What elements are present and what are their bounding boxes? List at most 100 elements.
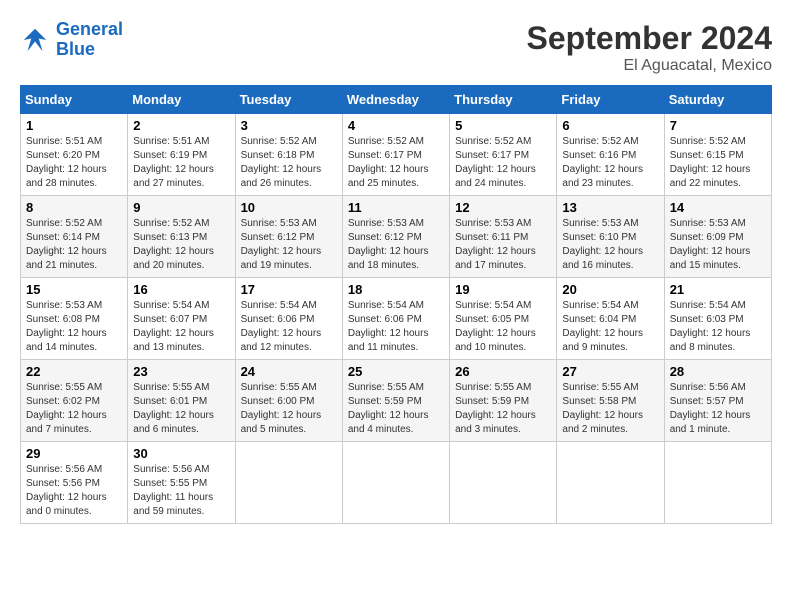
calendar-row-2: 15 Sunrise: 5:53 AM Sunset: 6:08 PM Dayl… [21,278,772,360]
day-number: 10 [241,200,337,215]
calendar-header-row: Sunday Monday Tuesday Wednesday Thursday… [21,86,772,114]
day-info: Sunrise: 5:54 AM Sunset: 6:04 PM Dayligh… [562,299,658,355]
day-info: Sunrise: 5:54 AM Sunset: 6:03 PM Dayligh… [670,299,766,355]
day-info: Sunrise: 5:52 AM Sunset: 6:14 PM Dayligh… [26,217,122,273]
day-cell-23: 23 Sunrise: 5:55 AM Sunset: 6:01 PM Dayl… [128,360,235,442]
logo-line2: Blue [56,39,95,59]
logo-bird-icon [20,25,50,55]
logo-line1: General [56,19,123,39]
day-cell-25: 25 Sunrise: 5:55 AM Sunset: 5:59 PM Dayl… [342,360,449,442]
day-number: 9 [133,200,229,215]
day-number: 15 [26,282,122,297]
day-info: Sunrise: 5:56 AM Sunset: 5:56 PM Dayligh… [26,463,122,519]
day-number: 19 [455,282,551,297]
day-cell-2: 2 Sunrise: 5:51 AM Sunset: 6:19 PM Dayli… [128,114,235,196]
day-info: Sunrise: 5:51 AM Sunset: 6:20 PM Dayligh… [26,135,122,191]
day-info: Sunrise: 5:52 AM Sunset: 6:17 PM Dayligh… [455,135,551,191]
day-number: 7 [670,118,766,133]
day-number: 25 [348,364,444,379]
day-info: Sunrise: 5:55 AM Sunset: 5:59 PM Dayligh… [348,381,444,437]
logo-text: General Blue [56,20,123,60]
day-info: Sunrise: 5:51 AM Sunset: 6:19 PM Dayligh… [133,135,229,191]
empty-cell [342,442,449,524]
day-cell-20: 20 Sunrise: 5:54 AM Sunset: 6:04 PM Dayl… [557,278,664,360]
day-cell-12: 12 Sunrise: 5:53 AM Sunset: 6:11 PM Dayl… [450,196,557,278]
page-header: General Blue September 2024 El Aguacatal… [20,20,772,75]
day-info: Sunrise: 5:55 AM Sunset: 6:02 PM Dayligh… [26,381,122,437]
day-cell-30: 30 Sunrise: 5:56 AM Sunset: 5:55 PM Dayl… [128,442,235,524]
day-cell-26: 26 Sunrise: 5:55 AM Sunset: 5:59 PM Dayl… [450,360,557,442]
day-cell-3: 3 Sunrise: 5:52 AM Sunset: 6:18 PM Dayli… [235,114,342,196]
day-cell-8: 8 Sunrise: 5:52 AM Sunset: 6:14 PM Dayli… [21,196,128,278]
header-wednesday: Wednesday [342,86,449,114]
day-number: 12 [455,200,551,215]
calendar-row-0: 1 Sunrise: 5:51 AM Sunset: 6:20 PM Dayli… [21,114,772,196]
day-number: 14 [670,200,766,215]
day-info: Sunrise: 5:54 AM Sunset: 6:06 PM Dayligh… [241,299,337,355]
day-cell-21: 21 Sunrise: 5:54 AM Sunset: 6:03 PM Dayl… [664,278,771,360]
day-number: 22 [26,364,122,379]
day-number: 17 [241,282,337,297]
day-cell-13: 13 Sunrise: 5:53 AM Sunset: 6:10 PM Dayl… [557,196,664,278]
day-info: Sunrise: 5:53 AM Sunset: 6:09 PM Dayligh… [670,217,766,273]
day-cell-17: 17 Sunrise: 5:54 AM Sunset: 6:06 PM Dayl… [235,278,342,360]
header-sunday: Sunday [21,86,128,114]
day-number: 28 [670,364,766,379]
day-cell-18: 18 Sunrise: 5:54 AM Sunset: 6:06 PM Dayl… [342,278,449,360]
month-title: September 2024 [527,20,772,57]
day-cell-19: 19 Sunrise: 5:54 AM Sunset: 6:05 PM Dayl… [450,278,557,360]
day-cell-9: 9 Sunrise: 5:52 AM Sunset: 6:13 PM Dayli… [128,196,235,278]
day-cell-6: 6 Sunrise: 5:52 AM Sunset: 6:16 PM Dayli… [557,114,664,196]
day-info: Sunrise: 5:54 AM Sunset: 6:05 PM Dayligh… [455,299,551,355]
calendar-row-3: 22 Sunrise: 5:55 AM Sunset: 6:02 PM Dayl… [21,360,772,442]
day-cell-11: 11 Sunrise: 5:53 AM Sunset: 6:12 PM Dayl… [342,196,449,278]
day-number: 27 [562,364,658,379]
day-info: Sunrise: 5:52 AM Sunset: 6:18 PM Dayligh… [241,135,337,191]
day-cell-5: 5 Sunrise: 5:52 AM Sunset: 6:17 PM Dayli… [450,114,557,196]
day-info: Sunrise: 5:53 AM Sunset: 6:12 PM Dayligh… [348,217,444,273]
day-number: 11 [348,200,444,215]
header-friday: Friday [557,86,664,114]
day-info: Sunrise: 5:55 AM Sunset: 6:00 PM Dayligh… [241,381,337,437]
day-number: 3 [241,118,337,133]
calendar-row-4: 29 Sunrise: 5:56 AM Sunset: 5:56 PM Dayl… [21,442,772,524]
day-cell-24: 24 Sunrise: 5:55 AM Sunset: 6:00 PM Dayl… [235,360,342,442]
day-number: 24 [241,364,337,379]
empty-cell [235,442,342,524]
day-cell-14: 14 Sunrise: 5:53 AM Sunset: 6:09 PM Dayl… [664,196,771,278]
day-number: 26 [455,364,551,379]
day-info: Sunrise: 5:55 AM Sunset: 5:59 PM Dayligh… [455,381,551,437]
header-saturday: Saturday [664,86,771,114]
day-cell-28: 28 Sunrise: 5:56 AM Sunset: 5:57 PM Dayl… [664,360,771,442]
empty-cell [557,442,664,524]
day-cell-27: 27 Sunrise: 5:55 AM Sunset: 5:58 PM Dayl… [557,360,664,442]
location-title: El Aguacatal, Mexico [527,57,772,75]
day-info: Sunrise: 5:52 AM Sunset: 6:13 PM Dayligh… [133,217,229,273]
header-monday: Monday [128,86,235,114]
day-cell-22: 22 Sunrise: 5:55 AM Sunset: 6:02 PM Dayl… [21,360,128,442]
header-tuesday: Tuesday [235,86,342,114]
day-cell-15: 15 Sunrise: 5:53 AM Sunset: 6:08 PM Dayl… [21,278,128,360]
day-number: 5 [455,118,551,133]
day-info: Sunrise: 5:53 AM Sunset: 6:11 PM Dayligh… [455,217,551,273]
calendar-table: Sunday Monday Tuesday Wednesday Thursday… [20,85,772,524]
day-info: Sunrise: 5:52 AM Sunset: 6:17 PM Dayligh… [348,135,444,191]
calendar-row-1: 8 Sunrise: 5:52 AM Sunset: 6:14 PM Dayli… [21,196,772,278]
day-cell-1: 1 Sunrise: 5:51 AM Sunset: 6:20 PM Dayli… [21,114,128,196]
logo: General Blue [20,20,123,60]
day-cell-16: 16 Sunrise: 5:54 AM Sunset: 6:07 PM Dayl… [128,278,235,360]
day-number: 29 [26,446,122,461]
day-number: 30 [133,446,229,461]
day-info: Sunrise: 5:53 AM Sunset: 6:10 PM Dayligh… [562,217,658,273]
day-number: 16 [133,282,229,297]
day-number: 4 [348,118,444,133]
day-number: 18 [348,282,444,297]
day-info: Sunrise: 5:52 AM Sunset: 6:16 PM Dayligh… [562,135,658,191]
day-info: Sunrise: 5:53 AM Sunset: 6:12 PM Dayligh… [241,217,337,273]
day-number: 20 [562,282,658,297]
day-info: Sunrise: 5:55 AM Sunset: 6:01 PM Dayligh… [133,381,229,437]
day-number: 8 [26,200,122,215]
day-number: 2 [133,118,229,133]
day-info: Sunrise: 5:53 AM Sunset: 6:08 PM Dayligh… [26,299,122,355]
day-info: Sunrise: 5:52 AM Sunset: 6:15 PM Dayligh… [670,135,766,191]
